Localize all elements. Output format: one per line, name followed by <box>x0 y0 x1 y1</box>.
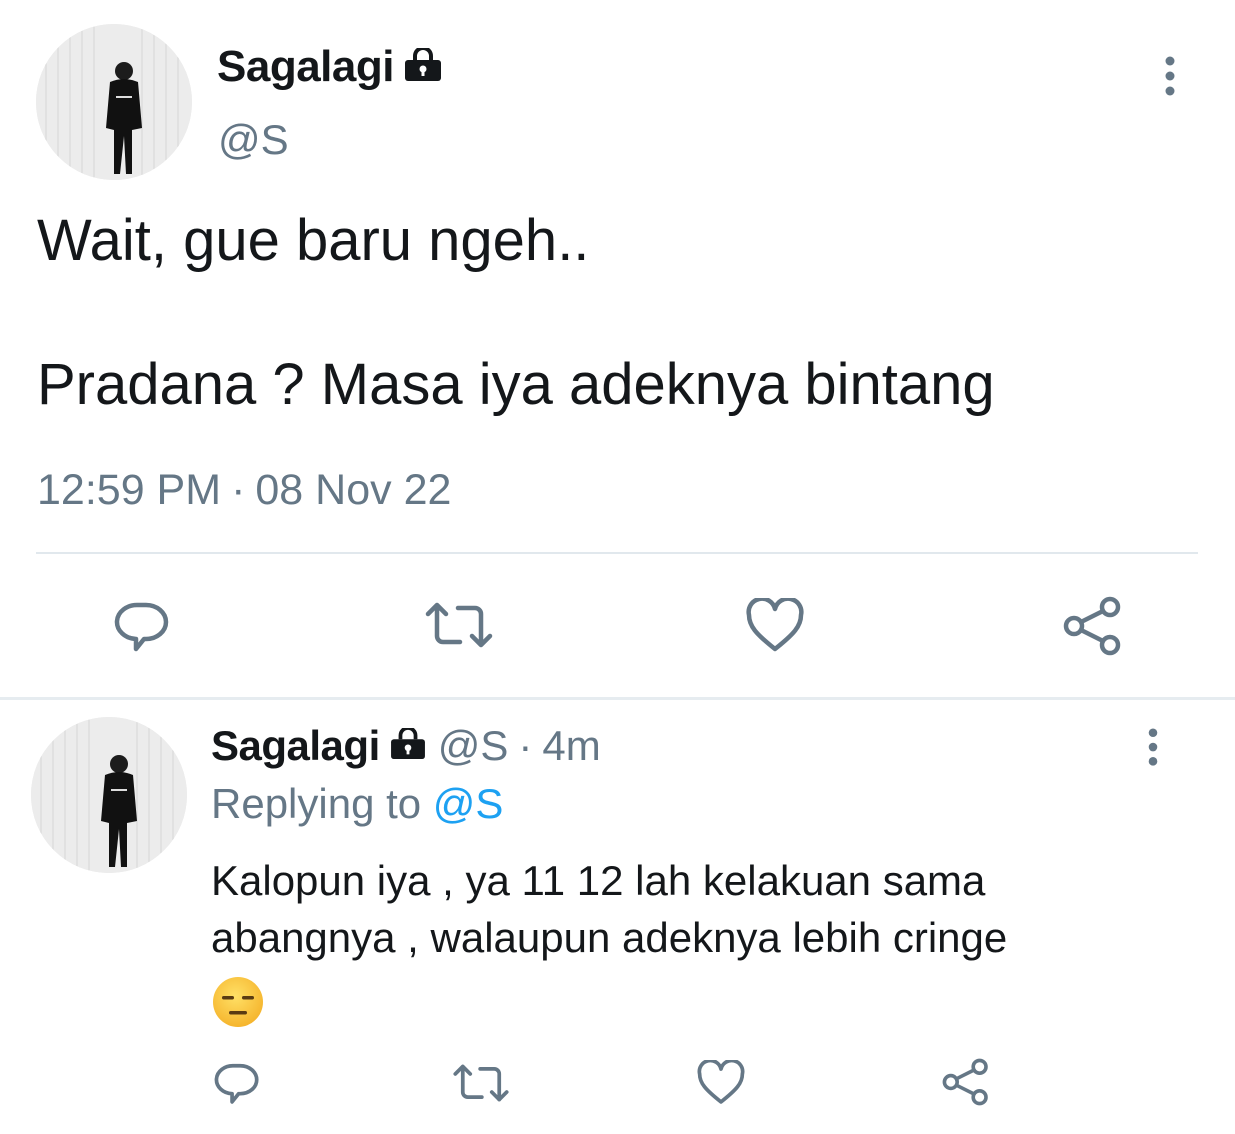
lock-icon <box>388 722 428 770</box>
divider <box>36 552 1198 554</box>
heart-icon <box>746 596 804 652</box>
tweet-text: Wait, gue baru ngeh.. Pradana ? Masa iya… <box>37 205 1187 421</box>
avatar[interactable] <box>31 717 187 873</box>
timestamp[interactable]: 12:59 PM · 08 Nov 22 <box>37 466 451 515</box>
display-name[interactable]: Sagalagi <box>217 42 394 92</box>
tweet-date[interactable]: 08 Nov 22 <box>255 466 451 515</box>
replying-to: Replying to @S <box>211 780 503 828</box>
share-button[interactable] <box>941 1058 991 1111</box>
replying-handle-link[interactable]: @S <box>433 780 504 827</box>
tweet-text: Kalopun iya , ya 11 12 lah kelakuan sama… <box>211 852 1211 1029</box>
expressionless-face-emoji <box>211 975 265 1029</box>
reply-header: Sagalagi @S · 4m <box>211 722 601 770</box>
separator-dot: · <box>518 722 533 769</box>
like-button[interactable] <box>697 1058 745 1111</box>
handle[interactable]: @S <box>438 722 509 770</box>
reply-icon <box>214 1063 259 1104</box>
tweet-text-line: Pradana ? Masa iya adeknya bintang <box>37 352 995 417</box>
share-button[interactable] <box>1062 596 1124 661</box>
tweet-text-line: Kalopun iya , ya 11 12 lah kelakuan sama <box>211 857 986 904</box>
more-vertical-icon[interactable] <box>1164 56 1176 103</box>
separator-dot: · <box>231 466 246 514</box>
reply-icon <box>114 602 169 652</box>
replying-label: Replying to <box>211 780 422 827</box>
tweet-thread: Sagalagi @S Wait, gue baru ngeh.. Pradan… <box>0 0 1235 1134</box>
tweet-text-line: Wait, gue baru ngeh.. <box>37 208 590 273</box>
avatar[interactable] <box>36 24 192 180</box>
lock-icon <box>402 45 444 87</box>
display-name[interactable]: Sagalagi <box>211 722 380 770</box>
tweet-time[interactable]: 12:59 PM <box>37 466 221 515</box>
retweet-icon <box>453 1064 509 1102</box>
tweet-text-line: abangnya , walaupun adeknya lebih cringe <box>211 914 1008 961</box>
more-vertical-icon[interactable] <box>1147 728 1159 773</box>
share-icon <box>942 1058 988 1106</box>
reply-button[interactable] <box>114 598 170 659</box>
handle[interactable]: @S <box>218 116 289 164</box>
main-tweet[interactable]: Sagalagi @S Wait, gue baru ngeh.. Pradan… <box>0 0 1235 697</box>
heart-icon <box>697 1058 745 1104</box>
author-name-row[interactable]: Sagalagi <box>217 42 444 92</box>
share-icon <box>1063 596 1121 656</box>
like-button[interactable] <box>746 596 804 659</box>
reply-button[interactable] <box>214 1060 260 1111</box>
tweet-age[interactable]: 4m <box>542 722 600 770</box>
retweet-button[interactable] <box>424 600 494 655</box>
retweet-icon <box>425 602 493 648</box>
retweet-button[interactable] <box>452 1062 510 1109</box>
section-divider <box>0 697 1235 700</box>
